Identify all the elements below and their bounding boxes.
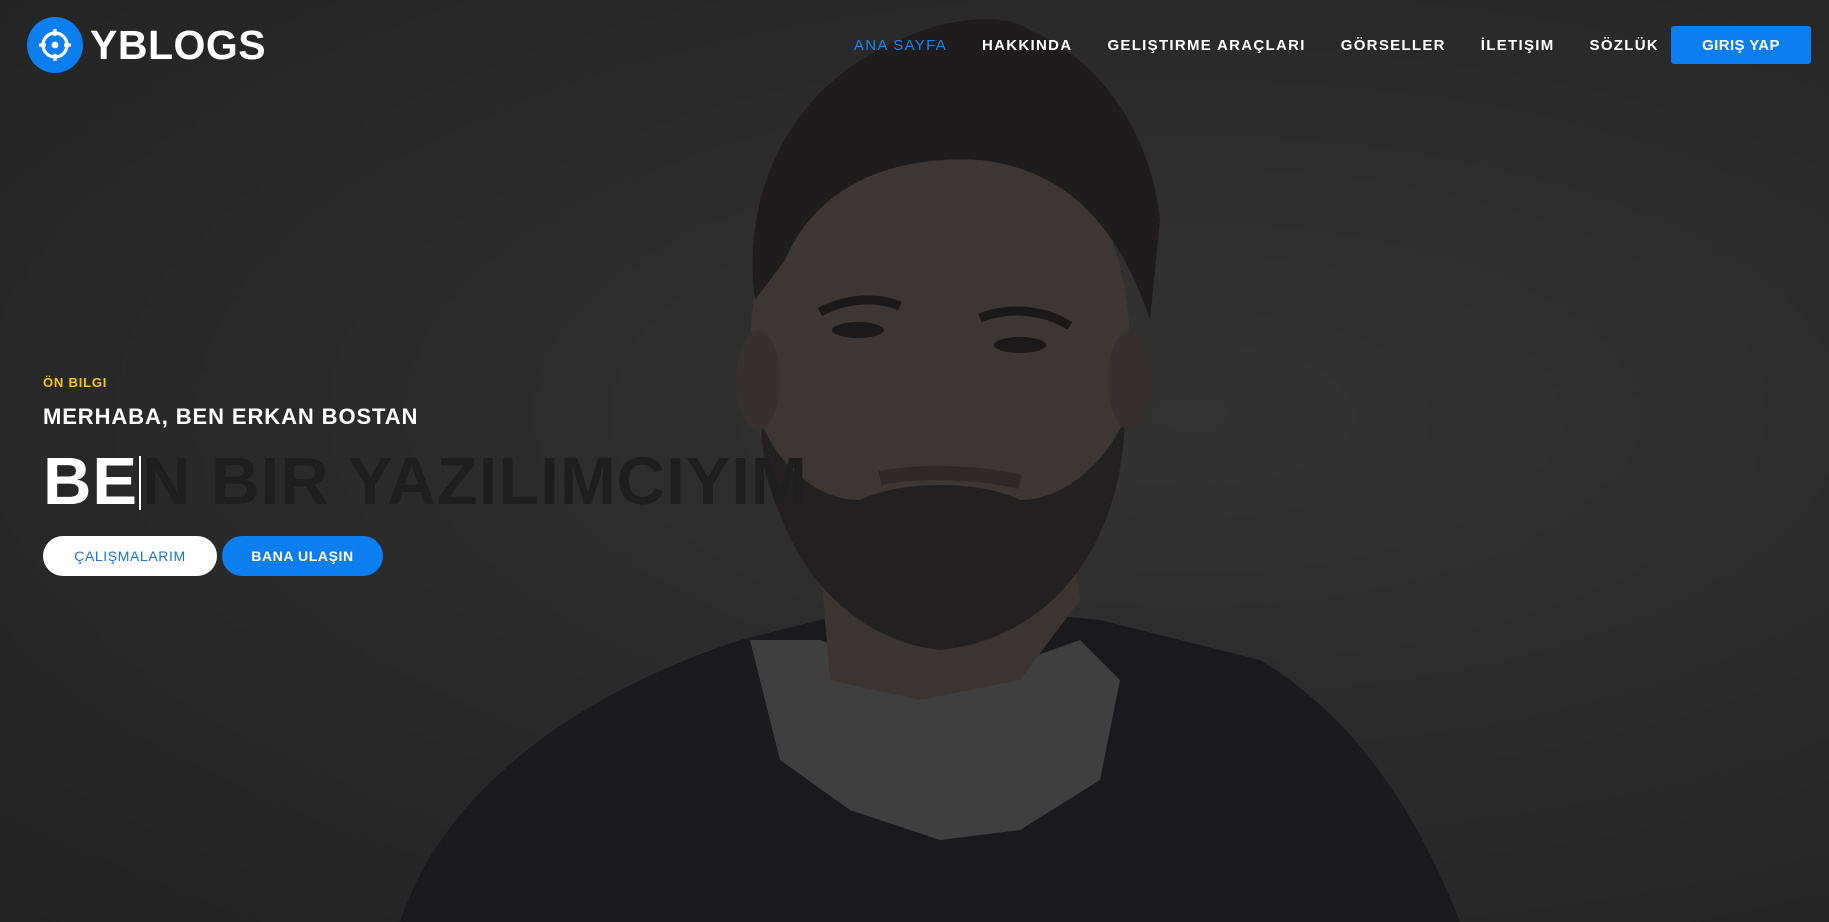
brand-name: YBLOGS (90, 21, 267, 68)
hero-intro: ÖN BILGI MERHABA, BEN ERKAN BOSTAN BEN B… (43, 375, 808, 520)
hero-typed-headline: BEN BIR YAZILIMCIYIM (43, 444, 808, 520)
contact-me-button[interactable]: BANA ULAŞIN (222, 536, 383, 576)
top-navbar: YBLOGS ANA SAYFA HAKKINDA GELIŞTIRME ARA… (0, 0, 1829, 90)
nav-item-glossary[interactable]: SÖZLÜK (1590, 37, 1659, 54)
brand-logo-link[interactable]: YBLOGS (27, 17, 266, 73)
hero-greeting: MERHABA, BEN ERKAN BOSTAN (43, 404, 419, 429)
hero-eyebrow: ÖN BILGI (43, 375, 108, 390)
crosshair-icon (27, 17, 83, 73)
typed-text-faded: N BIR YAZILIMCIYIM (142, 444, 808, 519)
nav-item-dev-tools[interactable]: GELIŞTIRME ARAÇLARI (1107, 37, 1305, 54)
nav-item-home[interactable]: ANA SAYFA (854, 37, 947, 54)
main-nav: ANA SAYFA HAKKINDA GELIŞTIRME ARAÇLARI G… (819, 0, 1659, 90)
nav-item-about[interactable]: HAKKINDA (982, 37, 1072, 54)
typing-cursor (139, 456, 142, 510)
hero-buttons: ÇALIŞMALARIM BANA ULAŞIN (43, 536, 383, 576)
my-works-button[interactable]: ÇALIŞMALARIM (43, 536, 217, 576)
nav-item-gallery[interactable]: GÖRSELLER (1341, 37, 1446, 54)
typed-text-visible: BE (43, 444, 139, 519)
nav-item-contact[interactable]: İLETIŞIM (1481, 37, 1555, 54)
hero-section: YBLOGS ANA SAYFA HAKKINDA GELIŞTIRME ARA… (0, 0, 1829, 922)
login-button[interactable]: GIRIŞ YAP (1671, 26, 1811, 64)
